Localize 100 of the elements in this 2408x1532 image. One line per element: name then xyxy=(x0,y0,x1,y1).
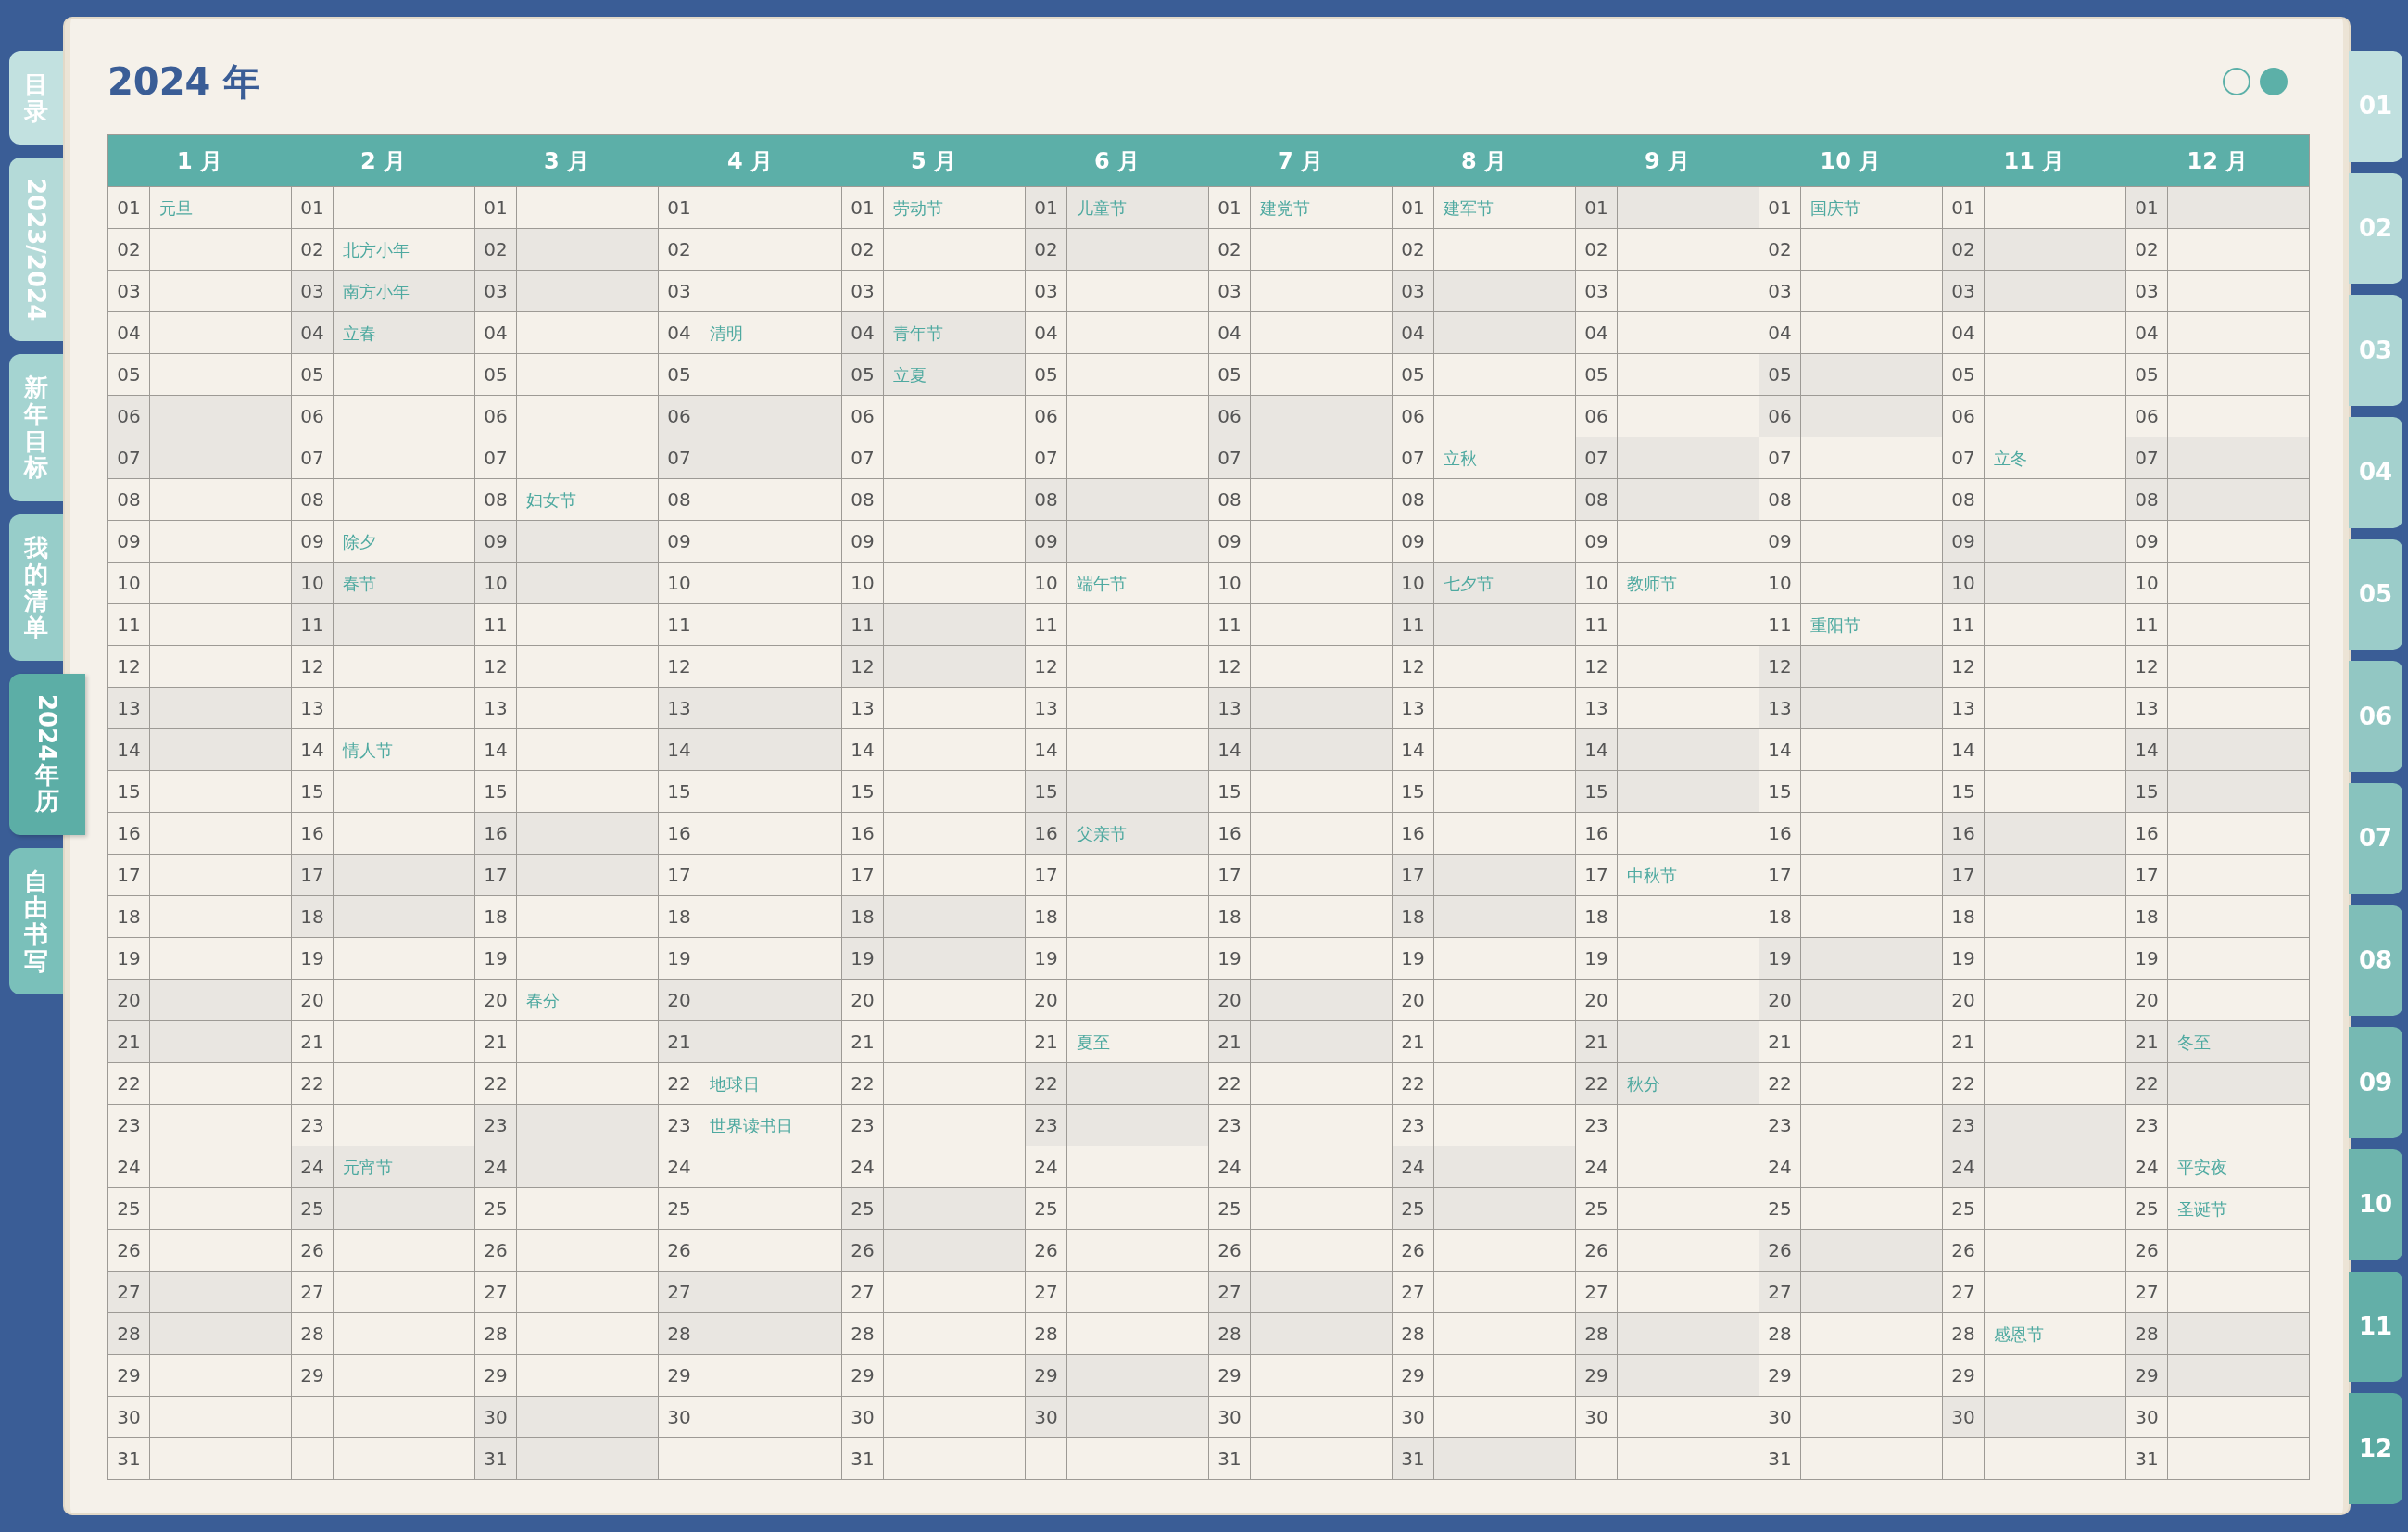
day-number-cell: 18 xyxy=(2126,896,2167,937)
day-number-cell: 13 xyxy=(475,688,516,728)
day-number-cell: 18 xyxy=(1943,896,1984,937)
page-title: 2024 年 xyxy=(107,58,261,105)
day-number-cell: 20 xyxy=(108,980,149,1020)
day-number-cell: 05 xyxy=(1209,354,1250,395)
day-number-cell: 19 xyxy=(1209,938,1250,979)
note-cell: 春节 xyxy=(334,563,474,603)
day-number-cell: 15 xyxy=(292,771,333,812)
day-number-cell: 22 xyxy=(1393,1063,1433,1104)
day-number-cell: 18 xyxy=(659,896,700,937)
month-header: 7 月 xyxy=(1276,146,1325,176)
day-number-cell: 09 xyxy=(659,521,700,562)
day-number-cell: 30 xyxy=(1026,1397,1066,1437)
day-number-cell: 06 xyxy=(1393,396,1433,437)
day-number-cell: 30 xyxy=(2126,1397,2167,1437)
day-number-cell: 19 xyxy=(842,938,883,979)
note-cell: 南方小年 xyxy=(334,271,474,311)
month-tab[interactable]: 03 xyxy=(2349,295,2402,406)
month-tab[interactable]: 12 xyxy=(2349,1393,2402,1505)
section-tab[interactable]: 2023/2024 xyxy=(9,158,63,342)
note-cell: 春分 xyxy=(517,980,658,1020)
day-number-cell: 23 xyxy=(108,1105,149,1146)
day-number-cell: 31 xyxy=(1209,1438,1250,1479)
day-number-cell: 20 xyxy=(842,980,883,1020)
month-tab[interactable]: 02 xyxy=(2349,172,2402,285)
day-number-cell: 19 xyxy=(108,938,149,979)
day-number-cell: 21 xyxy=(292,1021,333,1062)
day-number-cell: 16 xyxy=(659,813,700,854)
month-tab[interactable]: 08 xyxy=(2349,905,2402,1017)
day-number-cell: 20 xyxy=(659,980,700,1020)
section-tab[interactable]: 我的清单 xyxy=(9,513,63,662)
month-tab[interactable]: 06 xyxy=(2349,661,2402,773)
month-tab[interactable]: 04 xyxy=(2349,417,2402,528)
month-header: 9 月 xyxy=(1643,146,1692,176)
day-number-cell: 28 xyxy=(659,1313,700,1354)
month-tab[interactable]: 09 xyxy=(2349,1027,2402,1139)
note-cell: 世界读书日 xyxy=(700,1105,841,1146)
day-number-cell: 29 xyxy=(842,1355,883,1396)
month-tab[interactable]: 10 xyxy=(2349,1149,2402,1260)
day-number-cell: 20 xyxy=(2126,980,2167,1020)
day-number-cell: 16 xyxy=(1576,813,1617,854)
day-number-cell: 15 xyxy=(108,771,149,812)
month-header: 1 月 xyxy=(175,146,224,176)
day-number-cell: 25 xyxy=(1393,1188,1433,1229)
month-tab[interactable]: 05 xyxy=(2349,538,2402,651)
day-number-cell: 13 xyxy=(1026,688,1066,728)
section-tab[interactable]: 自由书写 xyxy=(9,847,63,995)
day-number-cell: 21 xyxy=(2126,1021,2167,1062)
month-header: 3 月 xyxy=(542,146,591,176)
note-cell: 感恩节 xyxy=(1985,1313,2125,1354)
section-tab[interactable]: 新年目标 xyxy=(9,354,63,501)
day-number-cell: 02 xyxy=(475,229,516,270)
note-cell: 端午节 xyxy=(1067,563,1208,603)
day-number-cell: 30 xyxy=(659,1397,700,1437)
day-number-cell: 20 xyxy=(1943,980,1984,1020)
month-tab[interactable]: 01 xyxy=(2349,51,2402,162)
day-number-cell: 20 xyxy=(1209,980,1250,1020)
day-number-cell: 01 xyxy=(659,187,700,228)
day-number-cell: 29 xyxy=(1759,1355,1800,1396)
day-number-cell: 01 xyxy=(292,187,333,228)
day-number-cell: 21 xyxy=(1759,1021,1800,1062)
day-number-cell: 14 xyxy=(659,729,700,770)
day-number-cell: 29 xyxy=(1943,1355,1984,1396)
day-number-cell: 15 xyxy=(1576,771,1617,812)
section-tab[interactable]: 目录 xyxy=(9,51,63,146)
day-number-cell: 26 xyxy=(108,1230,149,1271)
month-tab[interactable]: 07 xyxy=(2349,783,2402,894)
day-number-cell: 29 xyxy=(475,1355,516,1396)
day-number-cell: 10 xyxy=(1576,563,1617,603)
day-number-cell: 10 xyxy=(842,563,883,603)
day-number-cell: 16 xyxy=(292,813,333,854)
day-number-cell: 15 xyxy=(1026,771,1066,812)
day-number-cell: 18 xyxy=(1759,896,1800,937)
day-number-cell: 30 xyxy=(1943,1397,1984,1437)
day-number-cell: 16 xyxy=(1943,813,1984,854)
day-number-cell: 18 xyxy=(1026,896,1066,937)
day-number-cell: 13 xyxy=(2126,688,2167,728)
day-number-cell: 27 xyxy=(108,1272,149,1312)
day-number-cell: 18 xyxy=(108,896,149,937)
day-number-cell: 20 xyxy=(1576,980,1617,1020)
day-number-cell: 23 xyxy=(2126,1105,2167,1146)
day-number-cell: 03 xyxy=(108,271,149,311)
day-number-cell: 15 xyxy=(475,771,516,812)
month-tab[interactable]: 11 xyxy=(2349,1271,2402,1383)
day-number-cell: 24 xyxy=(1943,1146,1984,1187)
day-number-cell: 13 xyxy=(1209,688,1250,728)
day-number-cell: 08 xyxy=(475,479,516,520)
day-number-cell: 12 xyxy=(1759,646,1800,687)
day-number-cell: 07 xyxy=(292,437,333,478)
day-number-cell: 25 xyxy=(108,1188,149,1229)
day-number-cell: 24 xyxy=(1026,1146,1066,1187)
section-tab[interactable]: 2024年历 xyxy=(9,674,85,835)
day-number-cell: 16 xyxy=(842,813,883,854)
day-number-cell: 12 xyxy=(659,646,700,687)
note-cell: 立夏 xyxy=(884,354,1025,395)
note-cell: 圣诞节 xyxy=(2168,1188,2309,1229)
month-header: 6 月 xyxy=(1092,146,1141,176)
day-number-cell: 27 xyxy=(1026,1272,1066,1312)
day-number-cell: 28 xyxy=(475,1313,516,1354)
